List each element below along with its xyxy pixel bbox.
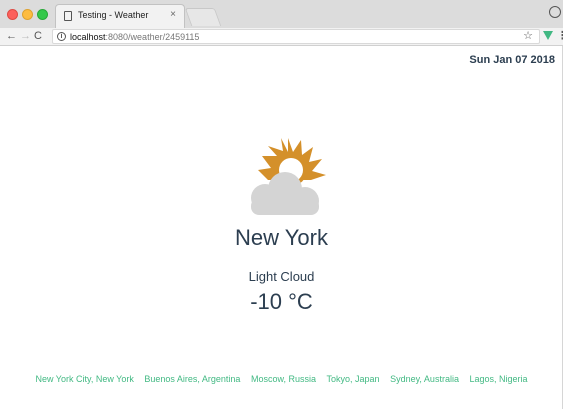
weather-condition: Light Cloud (248, 269, 315, 284)
city-name: New York (235, 225, 328, 250)
light-cloud-icon (251, 138, 326, 215)
profile-icon[interactable] (549, 6, 561, 18)
bookmark-star-icon[interactable]: ☆ (523, 30, 533, 43)
tab-title: Testing - Weather (78, 10, 149, 20)
tab-close-icon[interactable]: × (170, 9, 176, 21)
minimize-window-button[interactable] (22, 9, 33, 20)
url-text[interactable]: localhost:8080/weather/2459115 (70, 31, 199, 43)
reload-icon[interactable]: C (34, 29, 42, 44)
back-arrow-icon[interactable]: ← (6, 29, 17, 44)
document-icon (64, 11, 72, 21)
url-path: :8080/weather/2459115 (105, 32, 200, 42)
city-link-tokyo[interactable]: Tokyo, Japan (327, 374, 380, 384)
url-host: localhost (70, 32, 106, 42)
city-link-lagos[interactable]: Lagos, Nigeria (469, 374, 527, 384)
city-links: New York City, New York Buenos Aires, Ar… (0, 374, 563, 384)
temperature: -10 °C (250, 289, 313, 314)
info-icon[interactable]: i (57, 32, 66, 41)
maximize-window-button[interactable] (37, 9, 48, 20)
current-date: Sun Jan 07 2018 (469, 54, 555, 66)
new-tab-button[interactable] (184, 8, 222, 26)
vue-devtools-icon[interactable] (543, 31, 553, 40)
forward-arrow-icon[interactable]: → (20, 29, 31, 44)
address-bar[interactable]: i localhost:8080/weather/2459115 ☆ (52, 29, 540, 44)
tab-strip: Testing - Weather × (0, 0, 563, 29)
city-link-new-york[interactable]: New York City, New York (35, 374, 133, 384)
menu-dots-icon[interactable]: ⋮ (557, 29, 563, 43)
browser-toolbar: ← → C i localhost:8080/weather/2459115 ☆… (0, 28, 563, 46)
browser-window: Testing - Weather × ← → C i localhost:80… (0, 0, 563, 409)
browser-tab[interactable]: Testing - Weather × (55, 4, 185, 28)
city-link-sydney[interactable]: Sydney, Australia (390, 374, 459, 384)
page-content: Sun Jan 07 2018 New York Light Cloud -10… (0, 46, 563, 409)
city-link-moscow[interactable]: Moscow, Russia (251, 374, 316, 384)
city-link-buenos-aires[interactable]: Buenos Aires, Argentina (144, 374, 240, 384)
close-window-button[interactable] (7, 9, 18, 20)
